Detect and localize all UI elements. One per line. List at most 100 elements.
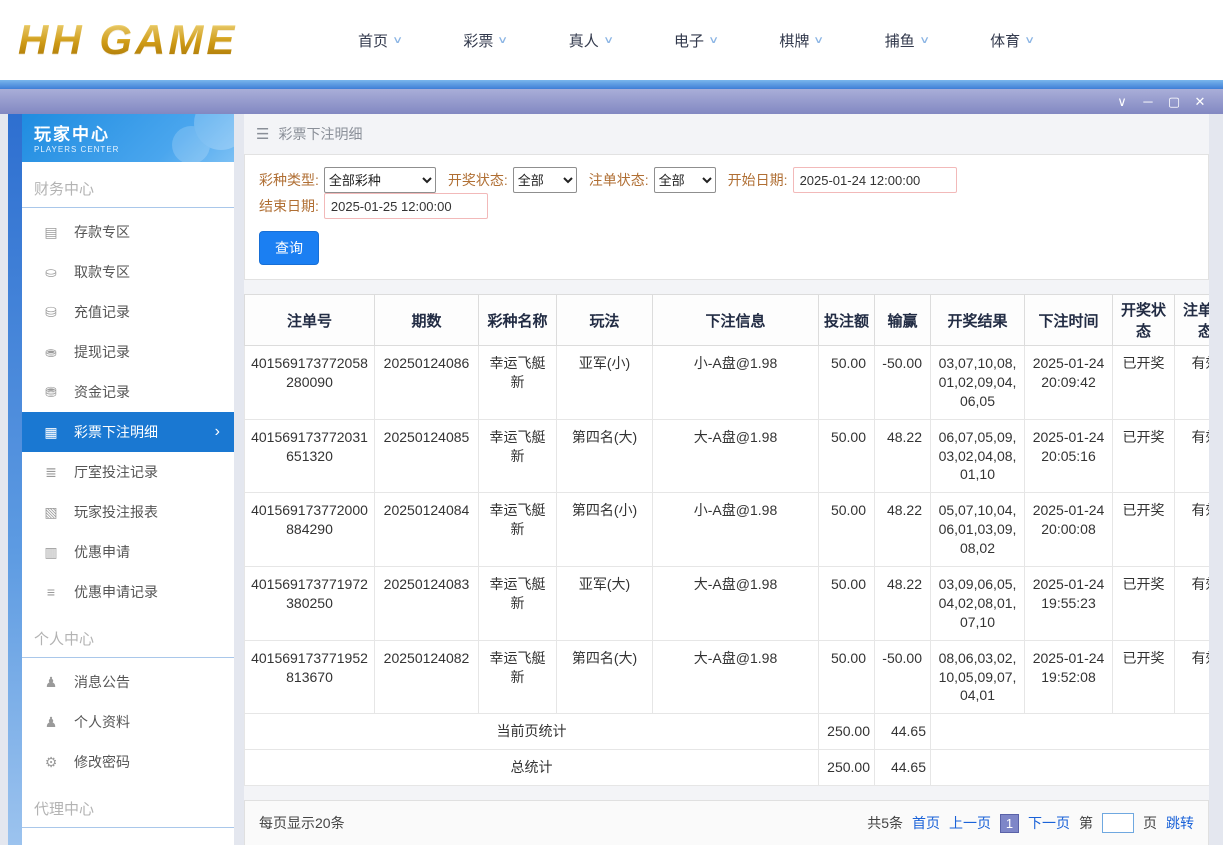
sidebar-item-promo-apply-records[interactable]: ≡ 优惠申请记录 xyxy=(22,572,234,612)
column-header-result: 开奖结果 xyxy=(930,294,1025,346)
bet-table: 注单号期数彩种名称玩法下注信息投注额输赢开奖结果下注时间开奖状态注单状态 401… xyxy=(244,294,1209,787)
current-page-badge[interactable]: 1 xyxy=(1000,813,1019,833)
nav-item-4[interactable]: 棋牌 ∨ xyxy=(779,30,824,51)
close-icon[interactable]: ✕ xyxy=(1187,89,1213,114)
menu-icon[interactable]: ☰ xyxy=(256,125,269,143)
table-row: 401569173771952813670 20250124082 幸运飞艇新 第四名… xyxy=(244,639,1209,715)
sidebar-item-message-announcements[interactable]: ♟ 消息公告 xyxy=(22,662,234,702)
personal-profile-icon: ♟ xyxy=(44,713,58,730)
sidebar-item-player-bet-report[interactable]: ▧ 玩家投注报表 xyxy=(22,492,234,532)
nav-item-3[interactable]: 电子 ∨ xyxy=(674,30,719,51)
order-status-select[interactable]: 全部 xyxy=(653,167,716,193)
cell-result: 06,07,05,09,03,02,04,08,01,10 xyxy=(930,418,1025,494)
sidebar-item-hall-bet-records[interactable]: ≣ 厅室投注记录 xyxy=(22,452,234,492)
cell-order_status: 有效 xyxy=(1174,566,1209,641)
order-status-label: 注单状态: xyxy=(588,172,649,188)
minimize-icon[interactable]: ─ xyxy=(1135,89,1161,114)
chevron-down-icon: ∨ xyxy=(1024,34,1036,46)
cell-play: 亚军(大) xyxy=(556,566,653,641)
nav-item-6[interactable]: 体育 ∨ xyxy=(990,30,1036,51)
sidebar-item-label: 个人资料 xyxy=(74,714,130,730)
sidebar-item-label: 修改密码 xyxy=(74,754,130,770)
sidebar-section-label: 个人中心 xyxy=(22,612,234,658)
sidebar-item-promo-apply[interactable]: ▥ 优惠申请 xyxy=(22,532,234,572)
sidebar-item-lottery-bet-details[interactable]: ▦ 彩票下注明细 › xyxy=(22,412,234,452)
summary-row: 总统计 250.00 44.65 xyxy=(244,749,1209,787)
sidebar-section-label: 代理中心 xyxy=(22,782,234,828)
app-area: 玩家中心 PLAYERS CENTER 财务中心 ▤ 存款专区 ⛀ 取款专区 ⛁ 充值记录 ⛂… xyxy=(0,114,1223,845)
cell-amount: 50.00 xyxy=(818,566,875,641)
funds-records-icon: ⛃ xyxy=(45,383,57,400)
cell-play: 第四名(大) xyxy=(556,418,653,494)
nav-item-0[interactable]: 首页 ∨ xyxy=(358,30,404,51)
cell-draw_status: 已开奖 xyxy=(1112,639,1175,715)
page-title: 彩票下注明细 xyxy=(278,126,363,142)
end-date-input[interactable] xyxy=(323,193,488,219)
sidebar-header: 玩家中心 PLAYERS CENTER xyxy=(22,114,234,162)
sidebar-item-change-password[interactable]: ⚙ 修改密码 xyxy=(22,742,234,782)
cell-bet_time: 2025-01-24 20:00:08 xyxy=(1024,492,1113,568)
deposit-zone-icon: ▤ xyxy=(44,223,58,240)
prev-page-link[interactable]: 上一页 xyxy=(949,813,991,833)
cell-bet_time: 2025-01-24 20:05:16 xyxy=(1024,418,1113,494)
start-date-label: 开始日期: xyxy=(727,172,788,188)
cell-draw_status: 已开奖 xyxy=(1112,492,1175,568)
cell-period: 20250124085 xyxy=(374,418,479,494)
draw-status-select[interactable]: 全部 xyxy=(512,167,577,193)
sidebar-item-withdraw-zone[interactable]: ⛀ 取款专区 xyxy=(22,252,234,292)
cell-bet_info: 大-A盘@1.98 xyxy=(652,566,819,641)
nav-item-2[interactable]: 真人 ∨ xyxy=(569,30,614,51)
nav-item-label: 捕鱼 xyxy=(884,32,915,50)
per-page-text: 每页显示20条 xyxy=(259,815,345,832)
cell-amount: 50.00 xyxy=(818,418,875,494)
sidebar-item-withdrawal-records[interactable]: ⛂ 提现记录 xyxy=(22,332,234,372)
chevron-down-icon: ∨ xyxy=(392,34,404,46)
header-accent-strip xyxy=(0,80,1223,89)
promo-apply-records-icon: ≡ xyxy=(46,584,56,600)
cell-period: 20250124082 xyxy=(374,639,479,715)
start-date-input[interactable] xyxy=(792,167,957,193)
nav-item-1[interactable]: 彩票 ∨ xyxy=(463,30,509,51)
player-bet-report-icon: ▧ xyxy=(44,503,58,520)
breadcrumb: ☰ 彩票下注明细 xyxy=(244,114,1209,154)
column-header-period: 期数 xyxy=(374,294,479,346)
table-row: 401569173772000884290 20250124084 幸运飞艇新 第四名… xyxy=(244,492,1209,568)
cell-result: 03,07,10,08,01,02,09,04,06,05 xyxy=(930,345,1025,420)
end-date-label: 结束日期: xyxy=(259,198,319,214)
column-header-lottery: 彩种名称 xyxy=(478,294,557,346)
hall-bet-records-icon: ≣ xyxy=(45,463,57,480)
cell-order_status: 有效 xyxy=(1174,639,1209,715)
jump-link[interactable]: 跳转 xyxy=(1166,813,1194,833)
maximize-icon[interactable]: ▢ xyxy=(1161,89,1187,114)
jump-page-input[interactable] xyxy=(1102,813,1134,834)
cell-result: 05,07,10,04,06,01,03,09,08,02 xyxy=(930,492,1025,568)
collapse-icon[interactable]: ∨ xyxy=(1109,89,1135,114)
first-page-link[interactable]: 首页 xyxy=(912,813,940,833)
sidebar-subtitle: PLAYERS CENTER xyxy=(34,145,120,154)
nav-item-label: 棋牌 xyxy=(779,32,810,50)
sidebar-item-deposit-zone[interactable]: ▤ 存款专区 xyxy=(22,212,234,252)
main-nav: 首页 ∨ 彩票 ∨ 真人 ∨ 电子 ∨ 棋牌 ∨ 捕鱼 ∨ 体育 ∨ xyxy=(358,30,1036,51)
next-page-link[interactable]: 下一页 xyxy=(1028,813,1070,833)
search-button[interactable]: 查询 xyxy=(259,231,319,265)
lottery-type-select[interactable]: 全部彩种 xyxy=(323,167,436,193)
summary-win-loss: 44.65 xyxy=(874,749,931,787)
sidebar-section-label: 财务中心 xyxy=(22,162,234,208)
sidebar-item-personal-profile[interactable]: ♟ 个人资料 xyxy=(22,702,234,742)
cell-play: 第四名(小) xyxy=(556,492,653,568)
summary-empty xyxy=(930,749,1209,787)
cell-bet_info: 小-A盘@1.98 xyxy=(652,345,819,420)
summary-amount: 250.00 xyxy=(818,749,875,787)
sidebar: 玩家中心 PLAYERS CENTER 财务中心 ▤ 存款专区 ⛀ 取款专区 ⛁ 充值记录 ⛂… xyxy=(22,114,234,845)
cell-draw_status: 已开奖 xyxy=(1112,418,1175,494)
cell-bet_time: 2025-01-24 19:52:08 xyxy=(1024,639,1113,715)
sidebar-item-recharge-records[interactable]: ⛁ 充值记录 xyxy=(22,292,234,332)
chevron-down-icon: ∨ xyxy=(497,34,509,46)
sidebar-item-funds-records[interactable]: ⛃ 资金记录 xyxy=(22,372,234,412)
cell-lottery: 幸运飞艇新 xyxy=(478,492,557,568)
summary-amount: 250.00 xyxy=(818,713,875,751)
sidebar-item-label: 优惠申请 xyxy=(74,544,130,560)
nav-item-5[interactable]: 捕鱼 ∨ xyxy=(884,30,930,51)
withdrawal-records-icon: ⛂ xyxy=(45,343,57,360)
summary-row: 当前页统计 250.00 44.65 xyxy=(244,713,1209,751)
